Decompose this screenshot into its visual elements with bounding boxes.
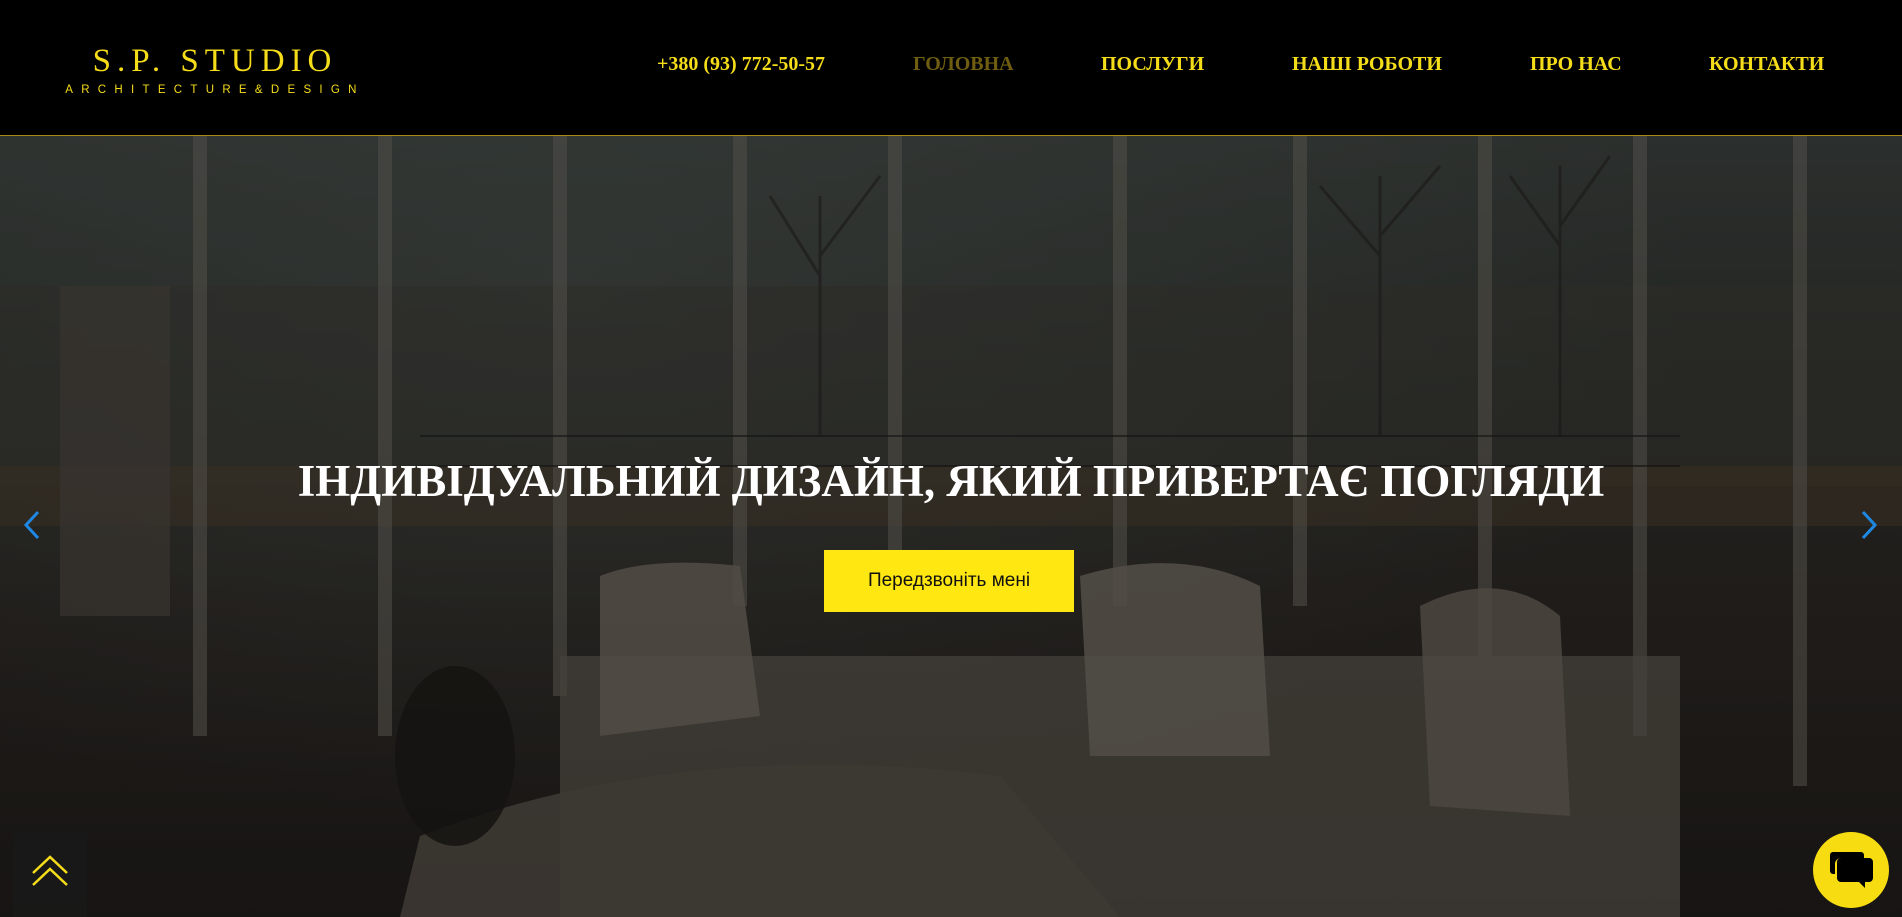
nav-item-about[interactable]: ПРО НАС (1530, 50, 1622, 78)
site-header: S.P. STUDIO ARCHITECTURE&DESIGN +380 (93… (0, 0, 1902, 136)
scroll-to-top-button[interactable] (13, 833, 87, 917)
hero-title: ІНДИВІДУАЛЬНИЙ ДИЗАЙН, ЯКИЙ ПРИВЕРТАЄ ПО… (297, 456, 1605, 506)
logo-title: S.P. STUDIO (92, 43, 338, 79)
nav-item-contacts[interactable]: КОНТАКТИ (1709, 50, 1824, 78)
chevron-left-icon[interactable] (14, 500, 50, 550)
nav-item-services[interactable]: ПОСЛУГИ (1101, 50, 1204, 78)
nav-item-home[interactable]: ГОЛОВНА (913, 50, 1014, 78)
phone-link[interactable]: +380 (93) 772-50-57 (657, 50, 825, 78)
logo-subtitle: ARCHITECTURE&DESIGN (65, 84, 365, 96)
hero-slider: ІНДИВІДУАЛЬНИЙ ДИЗАЙН, ЯКИЙ ПРИВЕРТАЄ ПО… (0, 136, 1902, 917)
chat-icon (1830, 852, 1873, 888)
double-chevron-up-icon (32, 855, 68, 886)
hero-overlay (0, 136, 1902, 917)
logo[interactable]: S.P. STUDIO ARCHITECTURE&DESIGN (50, 42, 380, 98)
nav-item-our-works[interactable]: НАШІ РОБОТИ (1292, 50, 1442, 78)
chat-button[interactable] (1813, 832, 1889, 908)
call-me-button[interactable]: Передзвоніть мені (824, 550, 1074, 612)
chevron-right-icon[interactable] (1851, 500, 1887, 550)
